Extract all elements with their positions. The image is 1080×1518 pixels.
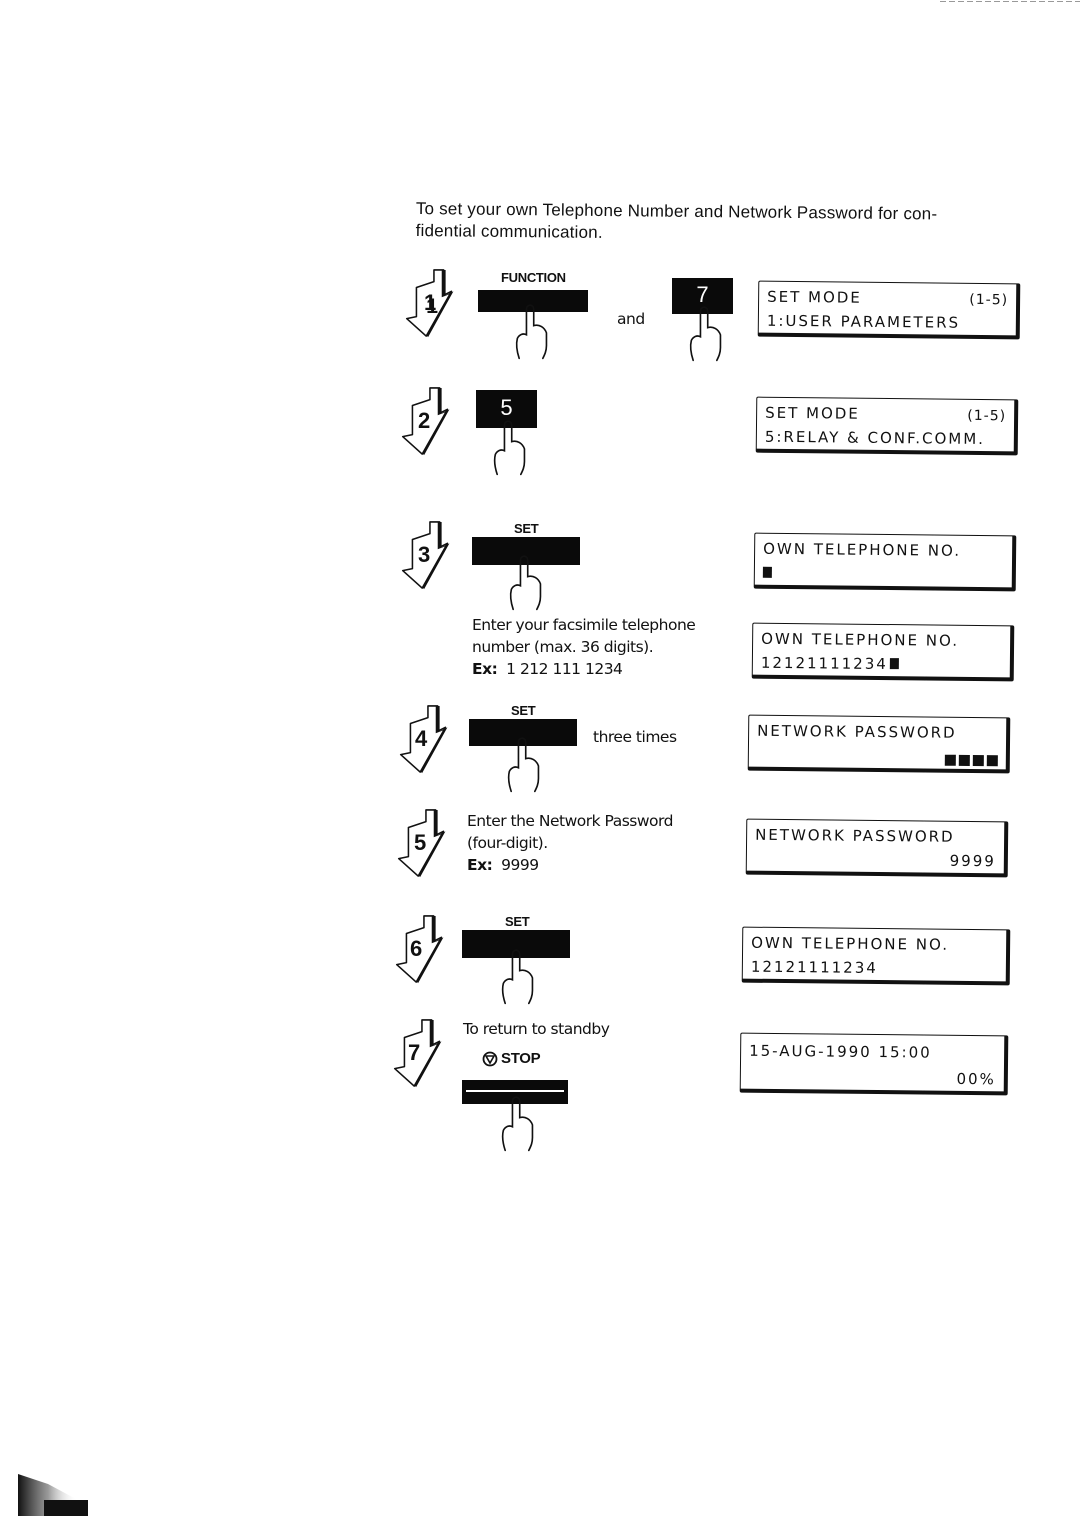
page-number-mark [18, 1474, 88, 1516]
example-label: Ex: [467, 856, 493, 874]
lcd-value: 12121111234 [760, 653, 888, 674]
step-4-number: 4 [415, 726, 428, 751]
note-line-1: Enter the Network Password [467, 812, 673, 830]
lcd-line-1: OWN TELEPHONE NO. [761, 629, 960, 650]
stop-key-highlight [466, 1090, 564, 1092]
note-example: Ex: 9999 [467, 854, 673, 876]
hand-press-icon [689, 306, 722, 362]
hand-press-icon [501, 949, 534, 1005]
lcd-line-2: 9999 [949, 851, 996, 871]
lcd-display-step-7: 15-AUG-1990 15:00 00% [739, 1032, 1009, 1096]
intro-paragraph: To set your own Telephone Number and Net… [416, 198, 1026, 248]
step-6-number: 6 [410, 936, 423, 961]
mask-block-icon [986, 755, 998, 767]
lcd-line-2: 5:RELAY & CONF.COMM. [764, 427, 986, 449]
step-2-number: 2 [418, 408, 431, 433]
mask-block-icon [958, 754, 970, 766]
step-5-number: 5 [414, 830, 427, 855]
scan-artifact [940, 1, 1080, 2]
hand-press-icon [501, 1096, 534, 1152]
mask-block-icon [944, 754, 956, 766]
lcd-display-step-1: SET MODE (1-5) 1:USER PARAMETERS [757, 280, 1021, 340]
lcd-display-step-3-after: OWN TELEPHONE NO. 12121111234 [751, 622, 1015, 682]
stop-key-label-group: STOP [482, 1050, 541, 1067]
step-1-connector: and [617, 310, 645, 328]
lcd-display-step-4: NETWORK PASSWORD [747, 714, 1011, 774]
lcd-line-1: SET MODE [765, 403, 860, 423]
lcd-line-2: 12121111234 [750, 957, 878, 978]
lcd-display-step-2: SET MODE (1-5) 5:RELAY & CONF.COMM. [755, 396, 1019, 456]
note-example: Ex: 1 212 111 1234 [472, 658, 695, 680]
lcd-display-step-5: NETWORK PASSWORD 9999 [745, 818, 1009, 878]
lcd-line-1-range: (1-5) [967, 407, 1007, 425]
cursor-block-icon [762, 566, 772, 578]
set-key-label: SET [505, 914, 530, 929]
stop-key-label: STOP [501, 1050, 541, 1067]
lcd-line-1: NETWORK PASSWORD [755, 825, 955, 846]
hand-press-icon [507, 737, 540, 793]
hand-press-icon [515, 304, 548, 360]
step-1-number: 1 [424, 290, 437, 315]
note-line-2: (four-digit). [467, 834, 548, 852]
step-7-note: To return to standby [463, 1020, 610, 1038]
step-7-number: 7 [408, 1040, 421, 1065]
set-key-label: SET [514, 521, 539, 536]
step-4-suffix: three times [593, 728, 677, 746]
lcd-line-1: OWN TELEPHONE NO. [763, 539, 962, 560]
step-5-note: Enter the Network Password (four-digit).… [467, 810, 673, 876]
hand-press-icon [509, 555, 542, 611]
lcd-line-1: NETWORK PASSWORD [757, 721, 957, 742]
function-key-label: FUNCTION [501, 270, 566, 285]
lcd-line-2: 1:USER PARAMETERS [766, 311, 961, 332]
lcd-display-step-6: OWN TELEPHONE NO. 12121111234 [741, 926, 1011, 986]
lcd-display-step-3: OWN TELEPHONE NO. [753, 532, 1017, 592]
lcd-line-2: 00% [956, 1069, 996, 1089]
lcd-line-1-range: (1-5) [969, 291, 1009, 309]
example-value: 1 212 111 1234 [506, 660, 623, 678]
step-3-note: Enter your facsimile telephone number (m… [472, 614, 696, 680]
mask-block-icon [972, 754, 984, 767]
lcd-line-1: OWN TELEPHONE NO. [751, 933, 950, 954]
example-value: 9999 [501, 856, 539, 874]
stop-icon [482, 1051, 498, 1066]
hand-press-icon [493, 420, 526, 476]
lcd-line-1: SET MODE [767, 287, 862, 307]
masked-password [942, 752, 998, 771]
lcd-line-2 [762, 564, 772, 582]
lcd-line-1: 15-AUG-1990 15:00 [749, 1041, 932, 1062]
cursor-block-icon [889, 658, 899, 670]
step-3-number: 3 [418, 542, 431, 567]
note-line-2: number (max. 36 digits). [472, 638, 654, 656]
lcd-line-2: 12121111234 [761, 654, 899, 673]
example-label: Ex: [472, 660, 498, 678]
note-line-1: Enter your facsimile telephone [472, 616, 696, 634]
set-key-label: SET [511, 703, 536, 718]
